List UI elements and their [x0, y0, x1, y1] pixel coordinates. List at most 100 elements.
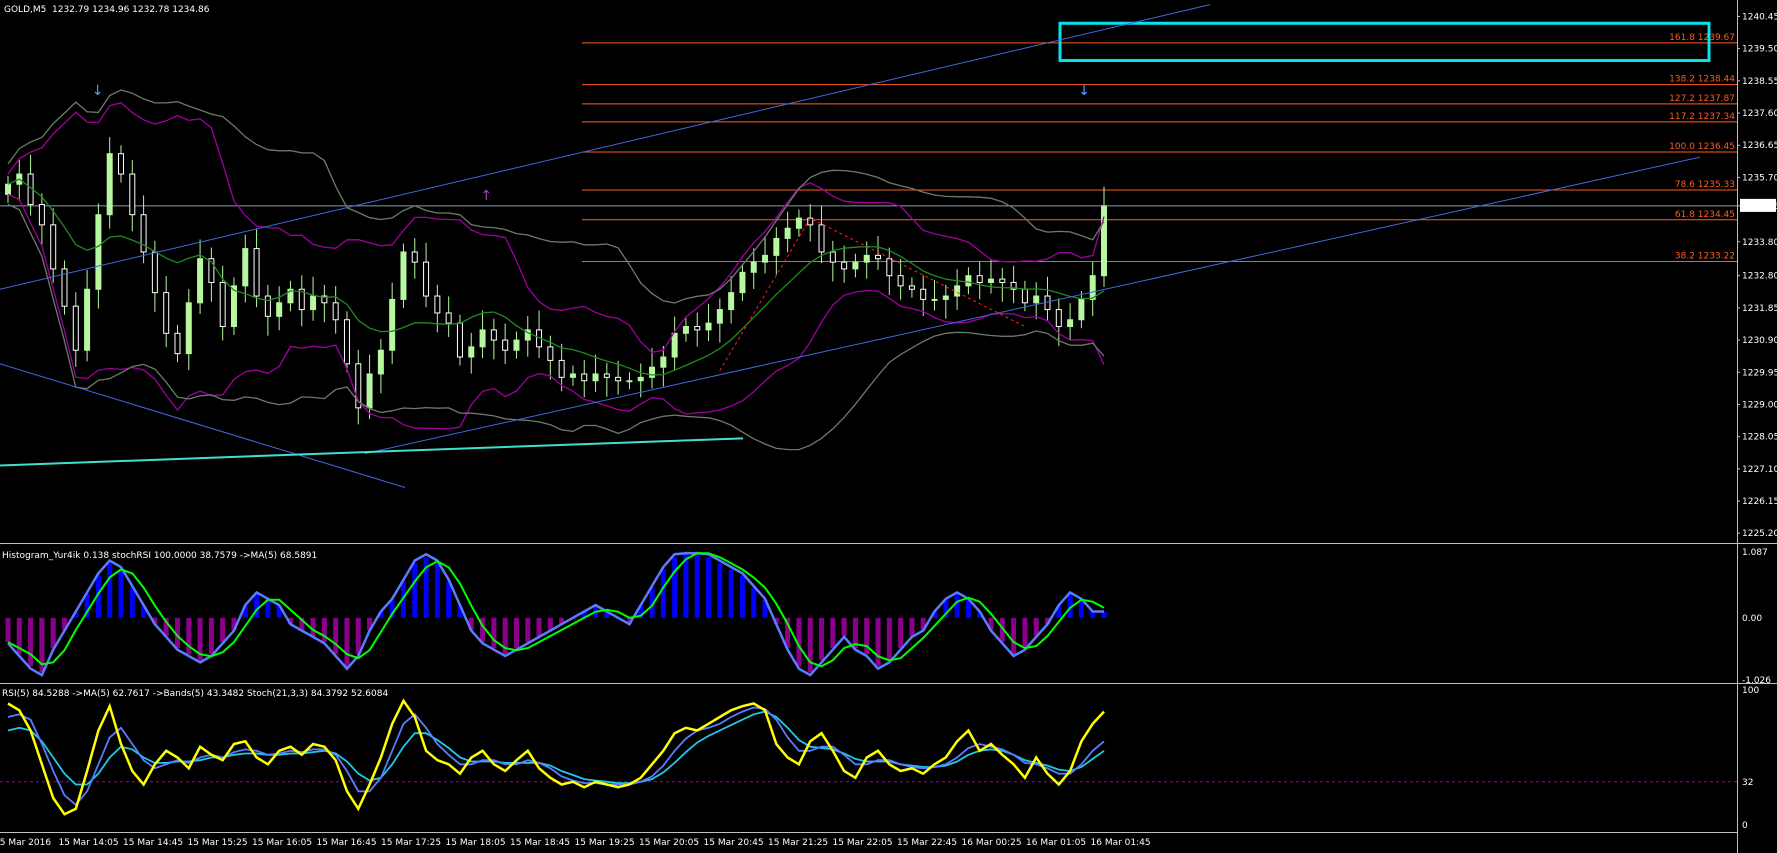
candle-body — [1055, 309, 1062, 328]
candle-body — [671, 332, 678, 358]
fractal-arrow-icon: ↓ — [1078, 83, 1090, 99]
candle-body — [988, 278, 995, 283]
candle-body — [434, 295, 441, 314]
time-axis-tick: 15 Mar 14:45 — [123, 838, 183, 848]
histogram-indicator-label: Histogram_Yur4ik 0.138 stochRSI 100.0000… — [2, 551, 317, 561]
price-tick: 1228.05 — [1742, 433, 1777, 443]
candle-body — [875, 254, 882, 260]
candle-body — [377, 349, 384, 375]
candle-body — [750, 261, 757, 273]
candle-body — [908, 285, 915, 290]
candle-body — [276, 302, 283, 317]
price-tick: 1238.55 — [1742, 77, 1777, 87]
histogram-bar — [1022, 617, 1028, 649]
candle-body — [411, 251, 418, 263]
candle-body — [513, 339, 520, 351]
fib-level-label: 138.2 1238.44 — [1669, 75, 1735, 85]
rsi-panel[interactable] — [0, 698, 1737, 816]
candle-body — [5, 183, 11, 195]
histogram-bar — [434, 563, 440, 618]
histogram-bar — [513, 617, 519, 649]
main-price-panel[interactable]: 161.8 1239.67 138.2 1238.44 127.2 1237.87 1… — [0, 4, 1737, 488]
time-axis-tick: 16 Mar 01:05 — [1026, 838, 1086, 848]
candle-body — [185, 302, 192, 355]
descending-trendline — [0, 363, 406, 488]
candle-body — [468, 346, 475, 358]
histogram-bar — [129, 587, 135, 618]
histogram-bar — [344, 617, 350, 667]
candle-body — [603, 373, 610, 378]
price-tick: 1229.95 — [1742, 368, 1777, 378]
candle-body — [174, 332, 181, 355]
price-tick: 1239.50 — [1742, 45, 1777, 55]
candle-body — [38, 204, 45, 226]
candle-body — [942, 295, 949, 300]
candle-body — [762, 254, 769, 263]
candle-body — [773, 237, 780, 256]
price-tick: 1226.15 — [1742, 497, 1777, 507]
histogram-bar — [841, 617, 847, 637]
candle-body — [50, 224, 57, 270]
histogram-bar — [660, 569, 666, 618]
histogram-bar — [446, 581, 452, 618]
time-axis-tick: 15 Mar 19:25 — [575, 838, 635, 848]
rsi-axis-tick: 32 — [1742, 778, 1753, 788]
candle-body — [423, 261, 430, 297]
candle-body — [795, 217, 802, 229]
candle-body — [626, 380, 633, 383]
stochrsi-line — [7, 551, 1104, 677]
candle-body — [728, 292, 735, 311]
histogram-bar — [547, 617, 553, 630]
histogram-bar — [898, 617, 904, 649]
candle-body — [784, 227, 791, 239]
time-axis-tick: 15 Mar 16:05 — [252, 838, 312, 848]
candle-body — [807, 217, 814, 226]
histogram-panel[interactable] — [5, 551, 1107, 677]
candle-body — [1067, 319, 1074, 328]
histogram-bar — [875, 617, 881, 667]
candle-body — [705, 322, 712, 331]
price-tick: 1225.20 — [1742, 529, 1777, 539]
candle-body — [389, 298, 396, 351]
candle-body — [163, 292, 170, 334]
price-tick: 1227.10 — [1742, 465, 1777, 475]
fib-level-label: 38.2 1233.22 — [1675, 251, 1735, 261]
bollinger-upper-band — [7, 101, 1105, 353]
candle-body — [1033, 295, 1040, 304]
candle-body — [106, 153, 113, 216]
trading-chart[interactable]: 161.8 1239.67 138.2 1238.44 127.2 1237.87 1… — [0, 0, 1777, 853]
histogram-bar — [491, 617, 497, 649]
candle-body — [151, 251, 158, 294]
candle-body — [739, 271, 746, 294]
fib-level-label: 127.2 1237.87 — [1669, 94, 1735, 104]
candle-body — [649, 366, 656, 378]
candle-body — [310, 295, 317, 311]
fib-level-label: 161.8 1239.67 — [1669, 33, 1735, 43]
candle-body — [547, 346, 554, 361]
histogram-bar — [830, 617, 836, 649]
histogram-bar — [5, 617, 11, 643]
histogram-bar — [672, 557, 678, 618]
histogram-bar — [739, 575, 745, 618]
histogram-bar — [254, 593, 260, 618]
histogram-bar — [751, 587, 757, 618]
candle-body — [954, 285, 961, 297]
candle-body — [264, 295, 271, 317]
candle-body — [863, 254, 870, 263]
candle-body — [931, 298, 938, 301]
histogram-bar — [186, 617, 192, 655]
candle-body — [129, 173, 136, 216]
fib-level-label: 61.8 1234.45 — [1675, 210, 1735, 220]
histogram-bar — [28, 617, 34, 667]
time-axis-tick: 15 Mar 21:25 — [768, 838, 828, 848]
histogram-bar — [728, 569, 734, 618]
price-tick: 1229.00 — [1742, 400, 1777, 410]
candle-body — [400, 251, 407, 300]
time-axis-tick: 15 Mar 18:45 — [510, 838, 570, 848]
price-tick: 1230.90 — [1742, 336, 1777, 346]
time-axis-tick: 15 Mar 20:05 — [639, 838, 699, 848]
candle-body — [445, 312, 452, 324]
price-tick: 1240.45 — [1742, 12, 1777, 22]
candle-body — [343, 319, 350, 365]
ohlc-readout: 1232.79 1234.96 1232.78 1234.86 — [52, 5, 210, 15]
